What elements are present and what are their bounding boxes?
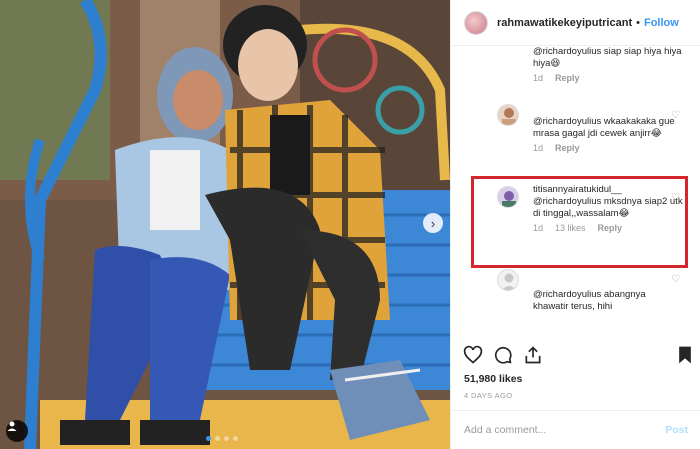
header-separator: • — [636, 16, 640, 29]
follow-button[interactable]: Follow — [644, 17, 679, 29]
highlight-box — [471, 176, 688, 268]
comment-text: @richardoyulius siap siap hiya hiya hiya… — [533, 46, 682, 69]
comment-reply: @richardoyulius abangnya khawatir terus,… — [533, 289, 683, 313]
default-avatar-icon — [501, 273, 517, 290]
carousel-indicator — [206, 436, 238, 441]
likes-count[interactable]: 51,980 likes — [464, 373, 522, 385]
carousel-dot-4 — [233, 436, 238, 441]
photo-illustration — [0, 0, 450, 449]
user-tag-button[interactable] — [6, 420, 28, 442]
reply-button[interactable]: Reply — [555, 143, 580, 153]
comment-text: @richardoyulius abangnya khawatir terus,… — [533, 289, 646, 312]
post-header: rahmawatikekeyiputricant • Follow — [451, 0, 700, 46]
like-comment-heart-icon[interactable]: ♡ — [671, 110, 680, 121]
author-avatar[interactable] — [464, 10, 488, 35]
bookmark-icon[interactable] — [675, 345, 695, 365]
comment-meta: 1d Reply — [533, 73, 683, 83]
user-tag-icon — [7, 421, 17, 431]
comment-text: @richardoyulius wkaakakaka gue mrasa gag… — [533, 116, 675, 139]
carousel-dot-3 — [224, 436, 229, 441]
post-photo[interactable]: › — [0, 0, 450, 449]
post-comment-button[interactable]: Post — [665, 424, 688, 436]
carousel-dot-1 — [206, 436, 211, 441]
comment-reply: @richardoyulius siap siap hiya hiya hiya… — [533, 46, 683, 83]
next-photo-button[interactable]: › — [423, 213, 443, 233]
reply-button[interactable]: Reply — [555, 73, 580, 83]
like-comment-heart-icon[interactable]: ♡ — [671, 274, 680, 285]
commenter-avatar[interactable] — [497, 269, 519, 291]
commenter-avatar[interactable] — [497, 104, 519, 126]
comment-time: 1d — [533, 143, 544, 153]
post-actions — [451, 345, 700, 369]
comment-time: 1d — [533, 73, 544, 83]
comment-input[interactable] — [464, 424, 666, 436]
add-comment-bar: Post — [451, 410, 700, 449]
chevron-right-icon: › — [430, 215, 436, 231]
post-timestamp: 4 DAYS AGO — [464, 391, 513, 400]
avatar-image — [502, 108, 516, 125]
heart-icon[interactable] — [463, 345, 483, 365]
author-username[interactable]: rahmawatikekeyiputricant — [497, 17, 632, 29]
carousel-dot-2 — [215, 436, 220, 441]
comment-reply: @richardoyulius wkaakakaka gue mrasa gag… — [533, 116, 683, 153]
comment-icon[interactable] — [493, 345, 513, 365]
share-icon[interactable] — [523, 345, 543, 365]
comment-meta: 1d Reply — [533, 143, 683, 153]
